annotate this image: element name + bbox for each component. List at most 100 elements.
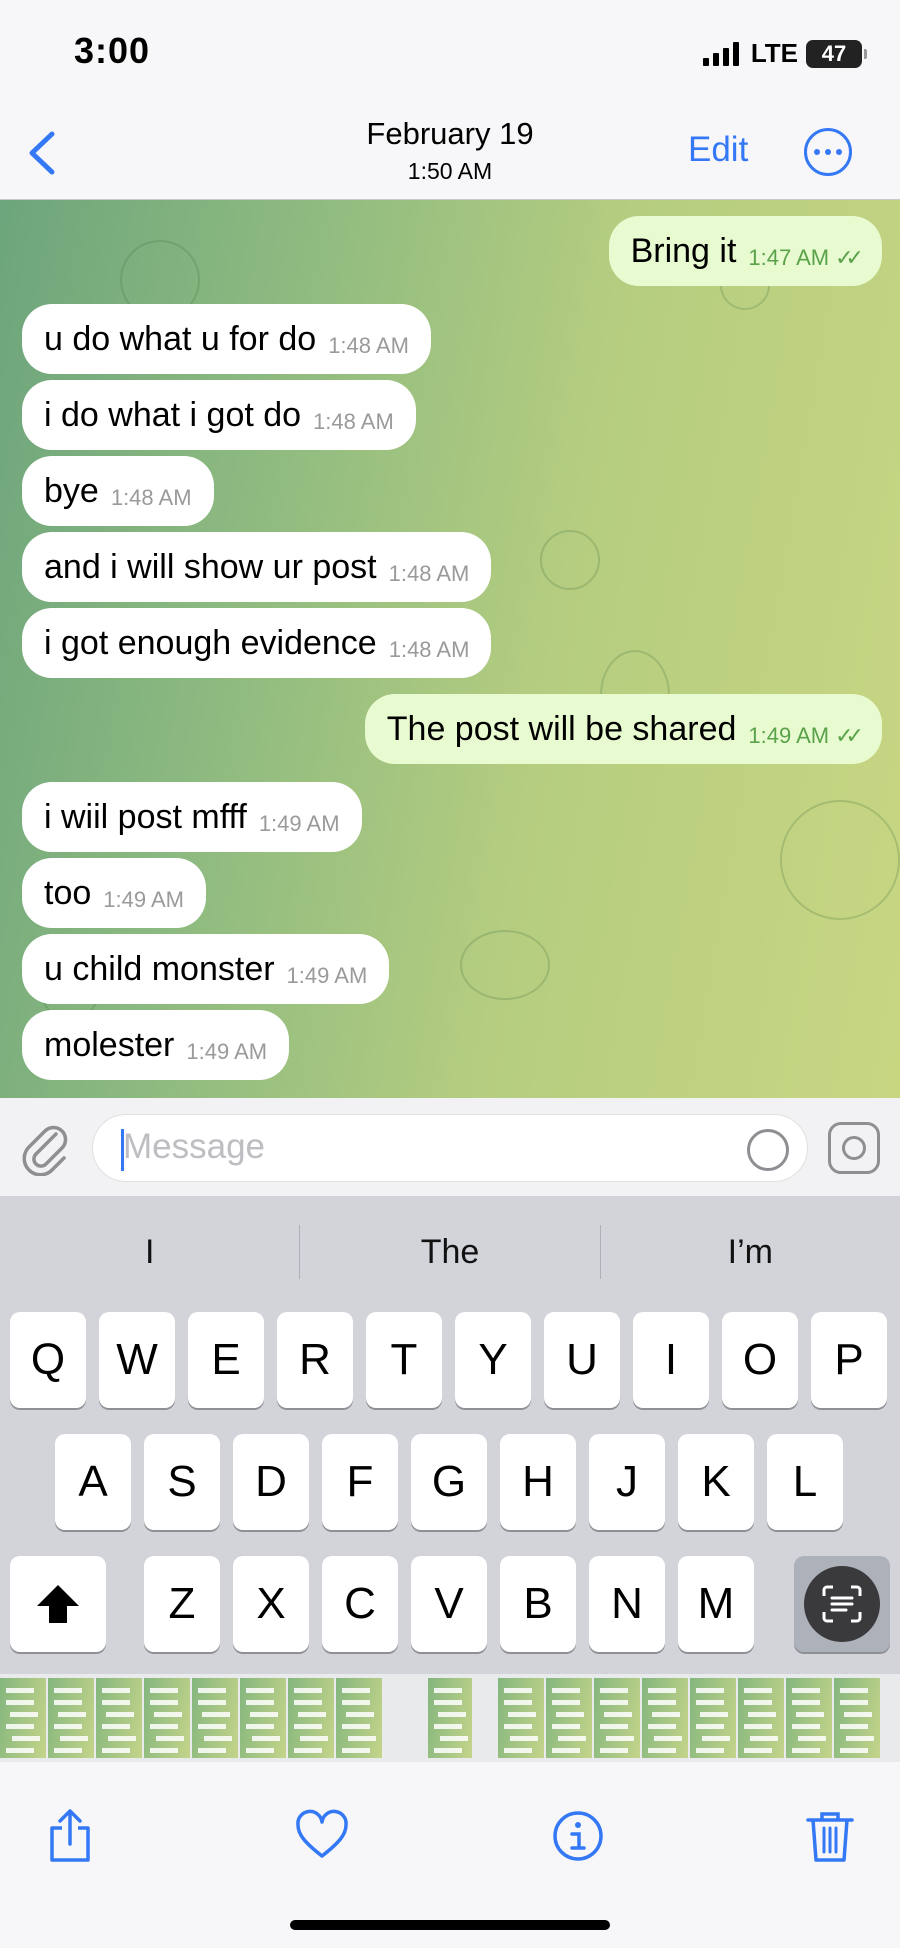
share-button[interactable]: [42, 1808, 98, 1864]
key-h[interactable]: H: [500, 1434, 576, 1530]
suggestion-item[interactable]: I: [0, 1233, 299, 1272]
key-c[interactable]: C: [322, 1556, 398, 1652]
more-button[interactable]: [804, 128, 852, 176]
favorite-button[interactable]: [294, 1808, 350, 1864]
photo-thumbnail[interactable]: [336, 1678, 382, 1758]
suggestion-item[interactable]: I’m: [601, 1233, 900, 1272]
key-v[interactable]: V: [411, 1556, 487, 1652]
message-text: too: [44, 873, 92, 912]
message-input[interactable]: Message: [92, 1114, 808, 1182]
photo-thumbnail[interactable]: [498, 1678, 544, 1758]
photo-thumbnail[interactable]: [690, 1678, 736, 1758]
message-bubble-incoming[interactable]: molester 1:49 AM: [22, 1010, 290, 1080]
key-e[interactable]: E: [188, 1312, 264, 1408]
key-p[interactable]: P: [811, 1312, 887, 1408]
attach-button[interactable]: [20, 1120, 70, 1177]
photo-thumbnail[interactable]: [738, 1678, 784, 1758]
read-check-icon: ✓✓: [835, 245, 864, 270]
paperclip-icon: [22, 1125, 68, 1177]
photo-thumbnail[interactable]: [0, 1678, 46, 1758]
key-w[interactable]: W: [99, 1312, 175, 1408]
photo-thumbnail[interactable]: [546, 1678, 592, 1758]
key-z[interactable]: Z: [144, 1556, 220, 1652]
key-t[interactable]: T: [366, 1312, 442, 1408]
message-placeholder: Message: [123, 1127, 266, 1166]
sticker-icon[interactable]: [747, 1129, 789, 1171]
photo-thumbnail[interactable]: [642, 1678, 688, 1758]
message-text: i do what i got do: [44, 395, 302, 434]
photo-thumbnail[interactable]: [288, 1678, 334, 1758]
key-a[interactable]: A: [55, 1434, 131, 1530]
key-n[interactable]: N: [589, 1556, 665, 1652]
key-m[interactable]: M: [678, 1556, 754, 1652]
chat-header: February 19 1:50 AM Edit: [0, 100, 900, 200]
photo-thumbnail[interactable]: [834, 1678, 880, 1758]
share-icon: [50, 1809, 90, 1862]
key-g[interactable]: G: [411, 1434, 487, 1530]
keyboard: I The I’m Q W E R T Y U I O P A S D F G …: [0, 1196, 900, 1674]
key-l[interactable]: L: [767, 1434, 843, 1530]
scan-text-key[interactable]: [794, 1556, 890, 1652]
message-bubble-incoming[interactable]: i do what i got do 1:48 AM: [22, 380, 416, 450]
message-time: 1:48 AM: [110, 485, 192, 510]
key-f[interactable]: F: [322, 1434, 398, 1530]
delete-button[interactable]: [802, 1808, 858, 1864]
camera-icon[interactable]: [828, 1122, 880, 1174]
key-d[interactable]: D: [233, 1434, 309, 1530]
message-time: 1:48 AM: [388, 637, 470, 662]
message-time: 1:49 AM: [286, 963, 368, 988]
home-indicator[interactable]: [290, 1920, 610, 1930]
photo-thumbnail[interactable]: [48, 1678, 94, 1758]
message-text: and i will show ur post: [44, 547, 377, 586]
key-u[interactable]: U: [544, 1312, 620, 1408]
heart-icon: [296, 1809, 348, 1858]
key-x[interactable]: X: [233, 1556, 309, 1652]
photo-thumbnail[interactable]: [240, 1678, 286, 1758]
message-time: 1:49 AM: [103, 887, 184, 912]
photo-thumbnail-strip[interactable]: [0, 1674, 900, 1762]
message-bubble-incoming[interactable]: u do what u for do 1:48 AM: [22, 304, 431, 374]
network-label: LTE: [750, 38, 798, 68]
key-s[interactable]: S: [144, 1434, 220, 1530]
photo-thumbnail[interactable]: [192, 1678, 238, 1758]
message-bubble-incoming[interactable]: bye 1:48 AM: [22, 456, 214, 526]
message-text: i wiil post mfff: [44, 797, 247, 836]
key-y[interactable]: Y: [455, 1312, 531, 1408]
message-bubble-incoming[interactable]: i got enough evidence 1:48 AM: [22, 608, 492, 678]
trash-icon: [806, 1812, 854, 1862]
chat-area[interactable]: Bring it 1:47 AM ✓✓ u do what u for do 1…: [0, 200, 900, 1098]
key-i[interactable]: I: [633, 1312, 709, 1408]
message-time: 1:49 AM: [258, 811, 340, 836]
key-r[interactable]: R: [277, 1312, 353, 1408]
photo-thumbnail[interactable]: [96, 1678, 142, 1758]
shift-key[interactable]: [10, 1556, 106, 1652]
photo-thumbnail-current[interactable]: [428, 1678, 472, 1758]
page-subtitle: 1:50 AM: [407, 158, 493, 184]
key-b[interactable]: B: [500, 1556, 576, 1652]
message-time: 1:49 AM: [748, 723, 830, 748]
message-time: 1:49 AM: [186, 1039, 268, 1064]
photo-thumbnail[interactable]: [144, 1678, 190, 1758]
info-icon: [553, 1811, 603, 1861]
status-time: 3:00: [74, 30, 151, 71]
suggestion-item[interactable]: The: [300, 1233, 599, 1272]
edit-button[interactable]: Edit: [688, 130, 748, 170]
photo-thumbnail[interactable]: [594, 1678, 640, 1758]
message-bubble-incoming[interactable]: i wiil post mfff 1:49 AM: [22, 782, 362, 852]
key-q[interactable]: Q: [10, 1312, 86, 1408]
status-bar: 3:00 LTE 47: [0, 0, 900, 100]
message-bubble-incoming[interactable]: u child monster 1:49 AM: [22, 934, 390, 1004]
key-k[interactable]: K: [678, 1434, 754, 1530]
key-j[interactable]: J: [589, 1434, 665, 1530]
message-bubble-incoming[interactable]: too 1:49 AM: [22, 858, 206, 928]
message-bubble-outgoing[interactable]: The post will be shared 1:49 AM ✓✓: [364, 694, 882, 764]
message-time: 1:48 AM: [313, 409, 394, 434]
info-button[interactable]: [550, 1808, 606, 1864]
message-bubble-incoming[interactable]: and i will show ur post 1:48 AM: [22, 532, 492, 602]
status-indicators: LTE 47: [702, 38, 867, 69]
photo-thumbnail[interactable]: [786, 1678, 832, 1758]
message-text: u child monster: [44, 949, 275, 988]
key-o[interactable]: O: [722, 1312, 798, 1408]
message-bubble-outgoing[interactable]: Bring it 1:47 AM ✓✓: [608, 216, 882, 286]
message-input-bar: Message: [0, 1098, 900, 1196]
